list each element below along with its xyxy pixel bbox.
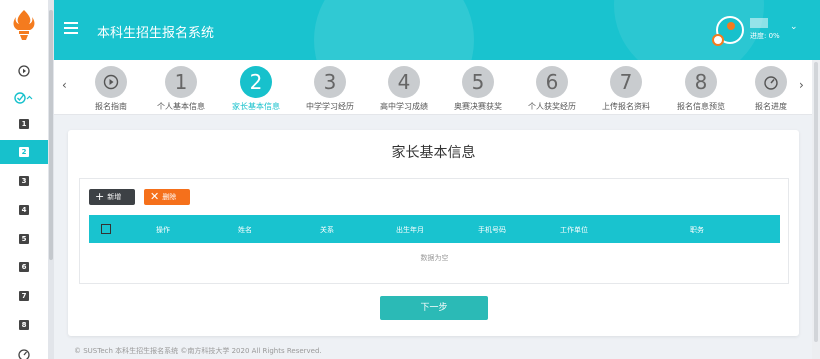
hamburger-menu-icon[interactable]: [64, 22, 78, 36]
page-scrollbar[interactable]: [812, 60, 820, 359]
step-7-icon: 7: [19, 291, 29, 301]
header-decoration: [314, 0, 474, 60]
column-header[interactable]: 职务: [690, 225, 704, 235]
parent-info-card: 家长基本信息 + 新增 ✕ 删除 操作 姓名 关系 出生年月 手机号码 工作单位…: [68, 130, 799, 336]
step-8-icon: 8: [19, 320, 29, 330]
delete-button[interactable]: ✕ 删除: [144, 189, 190, 205]
step-number: 5: [462, 66, 494, 98]
step-6-icon: 6: [19, 262, 29, 272]
sidebar-item-step-7[interactable]: 7: [0, 284, 48, 308]
step-number: 2: [240, 66, 272, 98]
sidebar-item-registration[interactable]: [0, 86, 48, 110]
step-5-icon: 5: [19, 234, 29, 244]
sidebar-item-step-5[interactable]: 5: [0, 227, 48, 251]
progress-text: 进度: 0%: [750, 32, 780, 40]
step-number: 4: [388, 66, 420, 98]
step-6[interactable]: 6 个人获奖经历: [515, 66, 589, 112]
add-button[interactable]: + 新增: [89, 189, 135, 205]
step-label: 奥赛决赛获奖: [454, 102, 502, 111]
check-circle-icon: [14, 92, 33, 104]
column-header[interactable]: 关系: [320, 225, 334, 235]
table-header: 操作 姓名 关系 出生年月 手机号码 工作单位 职务: [89, 215, 780, 243]
gauge-icon: [18, 349, 30, 359]
step-2-icon: 2: [19, 147, 29, 157]
step-label: 高中学习成绩: [380, 102, 428, 111]
sidebar-item-step-6[interactable]: 6: [0, 255, 48, 279]
column-header[interactable]: 工作单位: [560, 225, 588, 235]
sidebar: 1 2 3 4 5 6 7 8: [0, 0, 48, 359]
step-guide[interactable]: 报名指南: [74, 66, 148, 112]
step-label: 上传报名资料: [602, 102, 650, 111]
step-3-icon: 3: [19, 176, 29, 186]
step-label: 报名进度: [755, 102, 787, 111]
column-header[interactable]: 操作: [156, 225, 170, 235]
play-circle-icon: [95, 66, 127, 98]
parent-table-panel: + 新增 ✕ 删除 操作 姓名 关系 出生年月 手机号码 工作单位 职务 数据为…: [79, 178, 789, 284]
step-1[interactable]: 1 个人基本信息: [144, 66, 218, 112]
add-button-label: 新增: [107, 193, 122, 201]
step-navigator: ‹ 报名指南 1 个人基本信息 2 家长基本信息 3 中学学习经历 4 高中学习…: [54, 60, 820, 115]
sidebar-item-progress[interactable]: [0, 342, 48, 359]
sidebar-item-guide[interactable]: [0, 59, 48, 83]
step-label: 报名指南: [95, 102, 127, 111]
footer-copyright: © SUSTech 本科生招生报名系统 ©南方科技大学 2020 All Rig…: [74, 347, 322, 355]
step-label: 个人获奖经历: [528, 102, 576, 111]
step-label: 家长基本信息: [232, 102, 280, 111]
step-progress[interactable]: 报名进度: [734, 66, 808, 112]
play-circle-icon: [18, 65, 30, 77]
column-header[interactable]: 手机号码: [478, 225, 506, 235]
step-number: 1: [165, 66, 197, 98]
step-number: 3: [314, 66, 346, 98]
username-redacted: [750, 18, 768, 28]
empty-table-message: 数据为空: [420, 254, 449, 262]
close-icon: ✕: [150, 190, 160, 203]
step-7[interactable]: 7 上传报名资料: [589, 66, 663, 112]
top-header: 本科生招生报名系统 进度: 0% ⌄: [54, 0, 820, 60]
step-number: 6: [536, 66, 568, 98]
avatar[interactable]: [712, 16, 744, 46]
sidebar-item-step-1[interactable]: 1: [0, 112, 48, 136]
step-4-icon: 4: [19, 205, 29, 215]
step-number: 7: [610, 66, 642, 98]
delete-button-label: 删除: [162, 193, 177, 201]
sidebar-item-step-4[interactable]: 4: [0, 198, 48, 222]
gauge-icon: [755, 66, 787, 98]
step-1-icon: 1: [19, 119, 29, 129]
sidebar-item-step-3[interactable]: 3: [0, 169, 48, 193]
step-4[interactable]: 4 高中学习成绩: [367, 66, 441, 112]
plus-icon: +: [95, 190, 105, 203]
step-label: 中学学习经历: [306, 102, 354, 111]
step-2[interactable]: 2 家长基本信息: [219, 66, 293, 112]
sidebar-scrollbar-thumb[interactable]: [49, 10, 53, 260]
chevron-down-icon[interactable]: ⌄: [790, 22, 798, 32]
step-5[interactable]: 5 奥赛决赛获奖: [441, 66, 515, 112]
step-number: 8: [685, 66, 717, 98]
step-label: 报名信息预览: [677, 102, 725, 111]
step-8[interactable]: 8 报名信息预览: [664, 66, 738, 112]
page-scrollbar-thumb[interactable]: [814, 62, 818, 342]
page-title: 家长基本信息: [391, 145, 476, 161]
column-header[interactable]: 出生年月: [396, 225, 424, 235]
step-3[interactable]: 3 中学学习经历: [293, 66, 367, 112]
select-all-checkbox[interactable]: [101, 224, 111, 234]
chevron-left-icon[interactable]: ‹: [62, 78, 67, 92]
step-label: 个人基本信息: [157, 102, 205, 111]
app-title: 本科生招生报名系统: [97, 26, 215, 41]
logo-icon: [13, 10, 35, 40]
next-step-button[interactable]: 下一步: [380, 296, 488, 320]
column-header[interactable]: 姓名: [238, 225, 252, 235]
sidebar-item-step-2[interactable]: 2: [0, 140, 48, 164]
chevron-right-icon[interactable]: ›: [799, 78, 804, 92]
sidebar-item-step-8[interactable]: 8: [0, 313, 48, 337]
